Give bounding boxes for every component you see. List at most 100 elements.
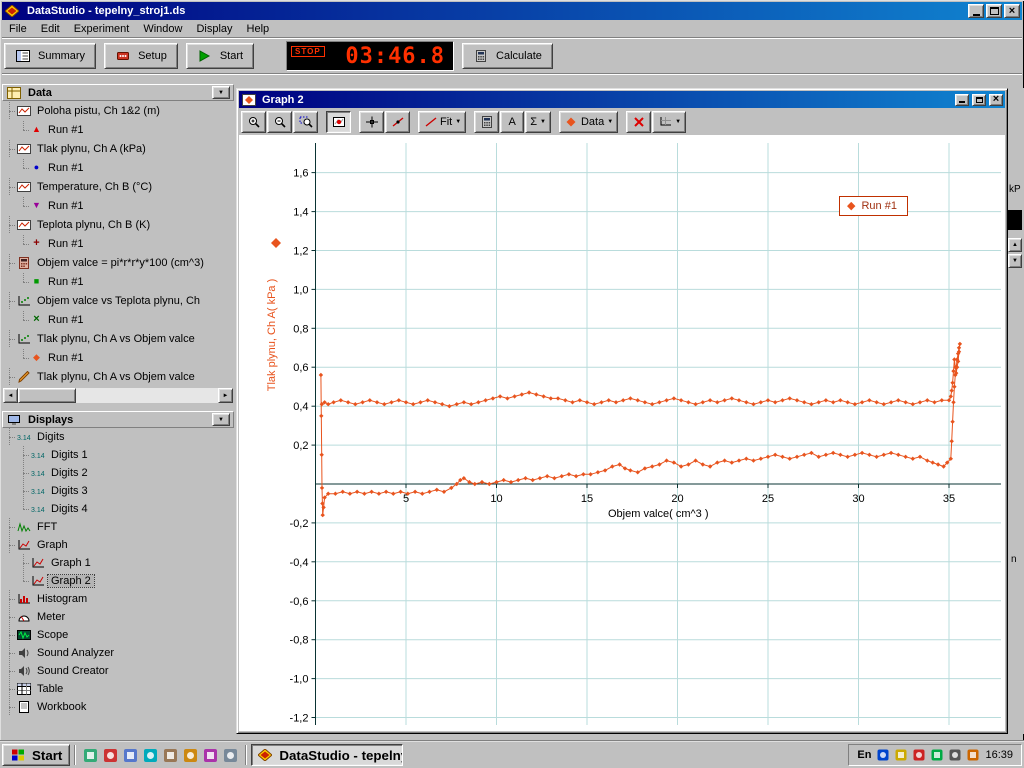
- display-item-digits-4[interactable]: 3.14Digits 4: [2, 500, 234, 518]
- menu-experiment[interactable]: Experiment: [67, 21, 137, 37]
- chart[interactable]: 1,61,41,21,00,80,60,40,2-0,2-0,4-0,6-0,8…: [239, 135, 1005, 731]
- run-item-label[interactable]: Run #1: [45, 314, 86, 326]
- quicklaunch-icon-2[interactable]: [102, 747, 119, 764]
- data-item-3[interactable]: Temperature, Ch B (°C): [2, 177, 234, 196]
- data-item-8-label[interactable]: Tlak plynu, Ch A vs Objem valce: [34, 371, 198, 383]
- display-item-graph[interactable]: Graph: [2, 536, 234, 554]
- data-header-dropdown[interactable]: ▼: [212, 86, 230, 99]
- setup-button[interactable]: Setup: [104, 43, 178, 69]
- data-item-4-label[interactable]: Teplota plynu, Ch B (K): [34, 219, 153, 231]
- data-menu-button[interactable]: Data▼: [559, 111, 618, 133]
- data-item-8[interactable]: Tlak plynu, Ch A vs Objem valce: [2, 367, 234, 386]
- fragment-scroll-up-icon[interactable]: ▲: [1008, 238, 1022, 252]
- fragment-scroll-down-icon[interactable]: ▼: [1008, 254, 1022, 268]
- scrollbar-thumb[interactable]: [18, 388, 76, 403]
- display-item-table[interactable]: Table: [2, 680, 234, 698]
- display-item-digits-3[interactable]: 3.14Digits 3: [2, 482, 234, 500]
- statistics-button[interactable]: Σ▼: [525, 111, 551, 133]
- display-item-digits[interactable]: 3.14Digits: [2, 428, 234, 446]
- display-item-fft-label[interactable]: FFT: [34, 521, 60, 533]
- data-tree-hscrollbar[interactable]: ◄ ►: [3, 388, 233, 403]
- data-item-1[interactable]: Poloha pistu, Ch 1&2 (m): [2, 101, 234, 120]
- graph-close-button[interactable]: ×: [989, 94, 1003, 106]
- scroll-left-icon[interactable]: ◄: [3, 388, 18, 403]
- data-item-5-label[interactable]: Objem valce = pi*r*r*y*100 (cm^3): [34, 257, 207, 269]
- display-item-digits-4-label[interactable]: Digits 4: [48, 503, 91, 515]
- display-item-graph-label[interactable]: Graph: [34, 539, 71, 551]
- minimize-button[interactable]: [968, 4, 984, 18]
- display-item-graph-1[interactable]: Graph 1: [2, 554, 234, 572]
- keyboard-layout-indicator[interactable]: En: [857, 749, 871, 761]
- display-item-workbook[interactable]: Workbook: [2, 698, 234, 716]
- data-item-6-label[interactable]: Objem valce vs Teplota plynu, Ch: [34, 295, 203, 307]
- summary-button[interactable]: Summary: [4, 43, 96, 69]
- delete-button[interactable]: [626, 111, 651, 133]
- run-item-label[interactable]: Run #1: [45, 200, 86, 212]
- calculate-button[interactable]: Calculate: [462, 43, 553, 69]
- scrollbar-track[interactable]: [18, 388, 218, 403]
- display-item-histogram-label[interactable]: Histogram: [34, 593, 90, 605]
- data-item-4[interactable]: Teplota plynu, Ch B (K): [2, 215, 234, 234]
- tray-icon-4[interactable]: [930, 748, 944, 762]
- tray-icon-3[interactable]: [912, 748, 926, 762]
- run-item[interactable]: ◆Run #1: [2, 348, 234, 367]
- quicklaunch-icon-8[interactable]: [222, 747, 239, 764]
- zoom-select-button[interactable]: [293, 111, 318, 133]
- start-button[interactable]: Start: [186, 43, 254, 69]
- menu-edit[interactable]: Edit: [34, 21, 67, 37]
- data-item-2[interactable]: Tlak plynu, Ch A (kPa): [2, 139, 234, 158]
- quicklaunch-icon-4[interactable]: [142, 747, 159, 764]
- display-item-fft[interactable]: FFT: [2, 518, 234, 536]
- run-item[interactable]: +Run #1: [2, 234, 234, 253]
- scale-to-fit-button[interactable]: [326, 111, 351, 133]
- slope-tool-button[interactable]: [385, 111, 410, 133]
- display-item-digits-label[interactable]: Digits: [34, 431, 68, 443]
- start-menu-button[interactable]: Start: [2, 744, 70, 766]
- axis-settings-button[interactable]: ▼: [652, 111, 686, 133]
- graph-window-titlebar[interactable]: Graph 2 ×: [239, 91, 1005, 108]
- smart-tool-button[interactable]: [359, 111, 384, 133]
- menu-window[interactable]: Window: [136, 21, 189, 37]
- legend[interactable]: ◆ Run #1: [839, 196, 908, 216]
- run-item[interactable]: ●Run #1: [2, 158, 234, 177]
- display-item-workbook-label[interactable]: Workbook: [34, 701, 89, 713]
- display-item-sound-analyzer[interactable]: Sound Analyzer: [2, 644, 234, 662]
- data-section-header[interactable]: Data ▼: [2, 84, 234, 101]
- run-item[interactable]: ▲Run #1: [2, 120, 234, 139]
- tray-icon-6[interactable]: [966, 748, 980, 762]
- displays-header-dropdown[interactable]: ▼: [212, 413, 230, 426]
- run-item[interactable]: ×Run #1: [2, 310, 234, 329]
- display-item-digits-2-label[interactable]: Digits 2: [48, 467, 91, 479]
- datastudio-task-button[interactable]: DataStudio - tepelny_...: [251, 744, 403, 766]
- display-item-scope-label[interactable]: Scope: [34, 629, 71, 641]
- run-item-label[interactable]: Run #1: [45, 352, 86, 364]
- display-item-sound-creator[interactable]: Sound Creator: [2, 662, 234, 680]
- fit-menu-button[interactable]: Fit▼: [418, 111, 466, 133]
- quicklaunch-icon-5[interactable]: [162, 747, 179, 764]
- run-item-label[interactable]: Run #1: [45, 238, 86, 250]
- run-item-label[interactable]: Run #1: [45, 162, 86, 174]
- display-item-graph-1-label[interactable]: Graph 1: [48, 557, 94, 569]
- display-item-meter[interactable]: Meter: [2, 608, 234, 626]
- zoom-out-button[interactable]: [267, 111, 292, 133]
- maximize-button[interactable]: [986, 4, 1002, 18]
- graph-minimize-button[interactable]: [955, 94, 969, 106]
- run-item-label[interactable]: Run #1: [45, 124, 86, 136]
- display-item-histogram[interactable]: Histogram: [2, 590, 234, 608]
- display-item-digits-1-label[interactable]: Digits 1: [48, 449, 91, 461]
- quicklaunch-icon-6[interactable]: [182, 747, 199, 764]
- data-item-5[interactable]: Objem valce = pi*r*r*y*100 (cm^3): [2, 253, 234, 272]
- clock[interactable]: 16:39: [985, 749, 1013, 761]
- data-item-6[interactable]: Objem valce vs Teplota plynu, Ch: [2, 291, 234, 310]
- data-item-7-label[interactable]: Tlak plynu, Ch A vs Objem valce: [34, 333, 198, 345]
- quicklaunch-icon-1[interactable]: [82, 747, 99, 764]
- displays-section-header[interactable]: Displays ▼: [2, 411, 234, 428]
- menu-file[interactable]: File: [2, 21, 34, 37]
- display-item-digits-2[interactable]: 3.14Digits 2: [2, 464, 234, 482]
- tray-icon-5[interactable]: [948, 748, 962, 762]
- tray-icon-1[interactable]: [876, 748, 890, 762]
- display-item-graph-2[interactable]: Graph 2: [2, 572, 234, 590]
- quicklaunch-icon-7[interactable]: [202, 747, 219, 764]
- text-annotation-button[interactable]: A: [500, 111, 524, 133]
- display-item-sound-creator-label[interactable]: Sound Creator: [34, 665, 112, 677]
